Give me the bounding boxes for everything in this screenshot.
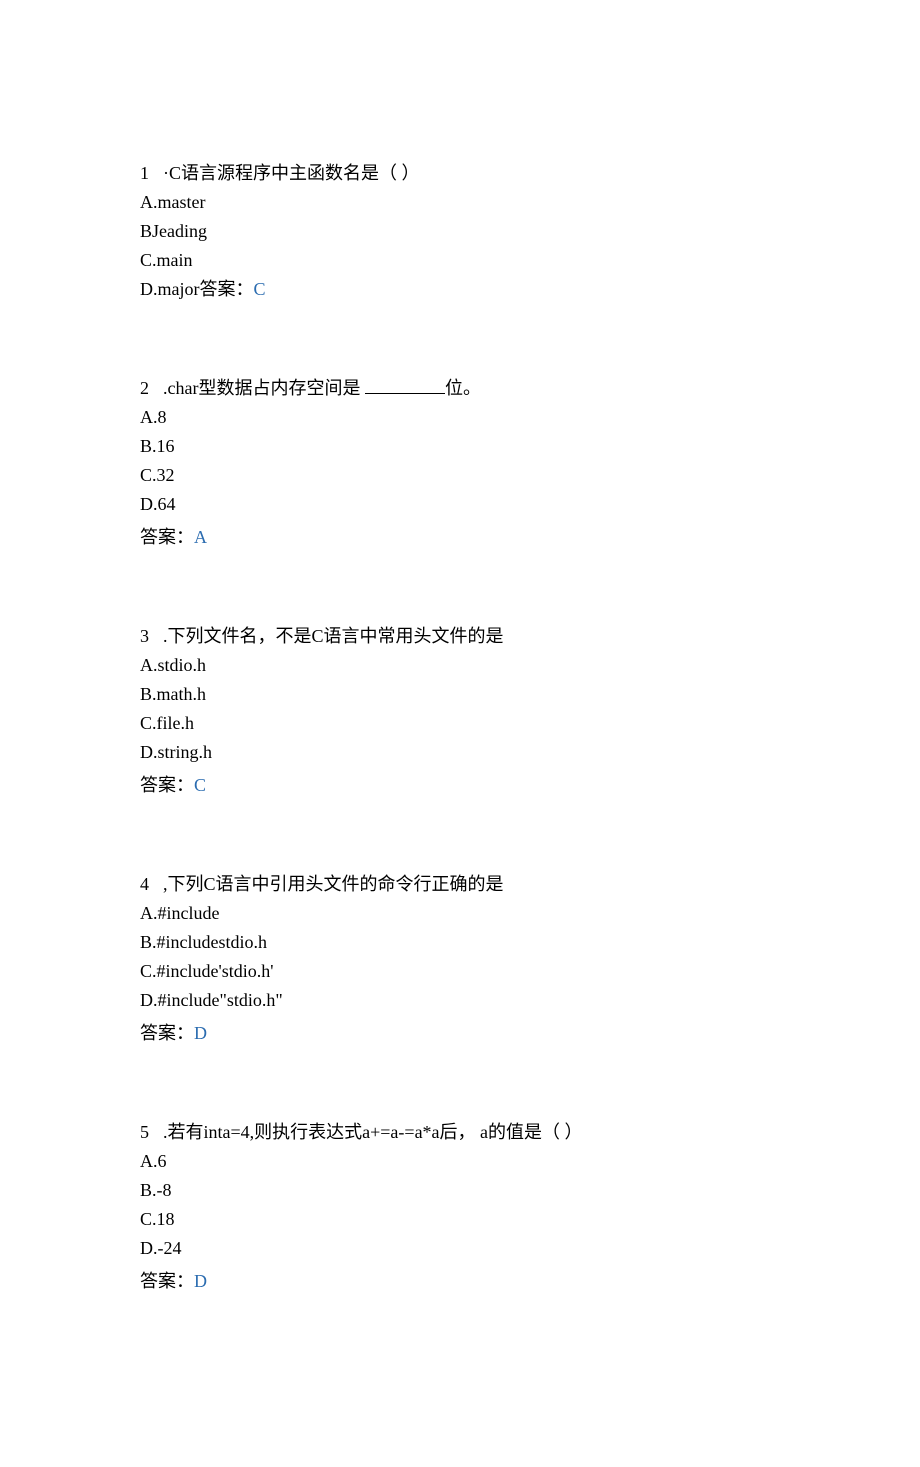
option-d: D.#include"stdio.h" [140, 987, 780, 1014]
answer-row: 答案：D [140, 1268, 780, 1295]
answer-label: 答案： [140, 1023, 194, 1043]
answer-label: 答案： [140, 1271, 194, 1291]
answer-value: D [194, 1271, 207, 1291]
question-text-before-blank: char型数据占内存空间是 [168, 378, 365, 398]
option-c: C.32 [140, 462, 780, 489]
question-text-row: 4,下列C语言中引用头文件的命令行正确的是 [140, 871, 780, 898]
answer-value: C [253, 279, 265, 299]
question-text-after-blank: 位。 [445, 378, 481, 398]
option-c: C.main [140, 247, 780, 274]
question-number: 5 [140, 1122, 149, 1142]
answer-value: D [194, 1023, 207, 1043]
question-text: 若有inta=4,则执行表达式a+=a-=a*a后， a的值是（ ） [168, 1122, 583, 1142]
answer-label: 答案： [199, 279, 253, 299]
option-d-text: D.major [140, 279, 199, 299]
option-d: D.64 [140, 491, 780, 518]
question-5: 5.若有inta=4,则执行表达式a+=a-=a*a后， a的值是（ ） A.6… [140, 1119, 780, 1295]
question-3: 3.下列文件名，不是C语言中常用头文件的是 A.stdio.h B.math.h… [140, 623, 780, 799]
option-a: A.8 [140, 404, 780, 431]
option-c: C.18 [140, 1206, 780, 1233]
option-d-with-answer: D.major答案：C [140, 276, 780, 303]
option-a: A.#include [140, 900, 780, 927]
answer-row: 答案：D [140, 1020, 780, 1047]
question-1: 1·C语言源程序中主函数名是（ ） A.master BJeading C.ma… [140, 160, 780, 303]
option-b: B.#includestdio.h [140, 929, 780, 956]
question-text-row: 5.若有inta=4,则执行表达式a+=a-=a*a后， a的值是（ ） [140, 1119, 780, 1146]
option-b: B.-8 [140, 1177, 780, 1204]
question-text: 下列C语言中引用头文件的命令行正确的是 [168, 874, 504, 894]
option-b: B.math.h [140, 681, 780, 708]
option-a: A.stdio.h [140, 652, 780, 679]
option-a: A.master [140, 189, 780, 216]
option-d: D.-24 [140, 1235, 780, 1262]
question-2: 2.char型数据占内存空间是 位。 A.8 B.16 C.32 D.64 答案… [140, 375, 780, 551]
option-d: D.string.h [140, 739, 780, 766]
option-a: A.6 [140, 1148, 780, 1175]
question-text-row: 2.char型数据占内存空间是 位。 [140, 375, 780, 402]
option-b: BJeading [140, 218, 780, 245]
fill-blank [365, 376, 445, 394]
question-text-row: 3.下列文件名，不是C语言中常用头文件的是 [140, 623, 780, 650]
question-number: 1 [140, 163, 149, 183]
question-text: C语言源程序中主函数名是（ ） [169, 163, 420, 183]
question-4: 4,下列C语言中引用头文件的命令行正确的是 A.#include B.#incl… [140, 871, 780, 1047]
option-c: C.#include'stdio.h' [140, 958, 780, 985]
answer-row: 答案：C [140, 772, 780, 799]
answer-value: C [194, 775, 206, 795]
question-text: 下列文件名，不是C语言中常用头文件的是 [168, 626, 504, 646]
option-b: B.16 [140, 433, 780, 460]
question-number: 4 [140, 874, 149, 894]
answer-label: 答案： [140, 527, 194, 547]
answer-label: 答案： [140, 775, 194, 795]
question-text-row: 1·C语言源程序中主函数名是（ ） [140, 160, 780, 187]
answer-value: A [194, 527, 207, 547]
option-c: C.file.h [140, 710, 780, 737]
answer-row: 答案：A [140, 524, 780, 551]
question-number: 3 [140, 626, 149, 646]
question-number: 2 [140, 378, 149, 398]
